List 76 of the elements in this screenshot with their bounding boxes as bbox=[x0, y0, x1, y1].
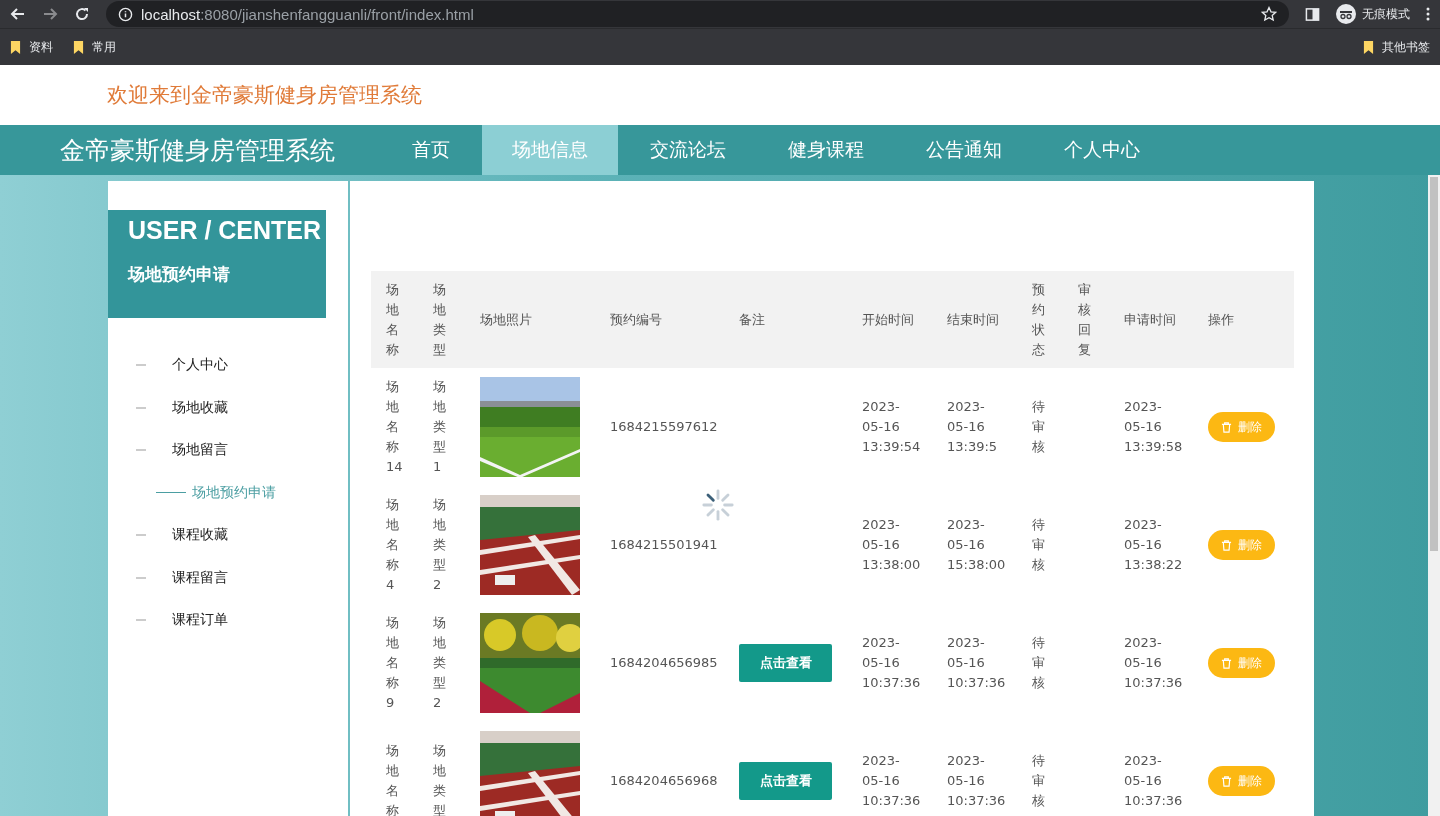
column-header: 场地类型 bbox=[433, 280, 447, 359]
nav-tab[interactable]: 交流论坛 bbox=[620, 125, 756, 175]
column-header: 场地名称 bbox=[386, 280, 400, 359]
sidebar-item[interactable]: 场地收藏 bbox=[108, 386, 348, 429]
star-icon[interactable] bbox=[1261, 6, 1277, 22]
site-title: 金帝豪斯健身房管理系统 bbox=[59, 134, 336, 167]
sidebar-icon[interactable] bbox=[1305, 6, 1320, 22]
table-cell-text: 场地类型2 bbox=[433, 496, 447, 594]
trash-icon bbox=[1221, 421, 1232, 433]
incognito-button[interactable]: 无痕模式 bbox=[1336, 4, 1410, 24]
trash-icon bbox=[1221, 775, 1232, 787]
table-cell-text: 1684215597612 bbox=[610, 418, 718, 436]
table-cell-text: 场地类型1 bbox=[433, 378, 447, 476]
table-cell-text: 场地名称9 bbox=[386, 614, 400, 712]
table-cell-text: 1684204656968 bbox=[610, 772, 718, 790]
column-header: 申请时间 bbox=[1124, 310, 1177, 329]
table-cell-text: 2023-05-16 13:38:00 bbox=[862, 516, 921, 574]
sidebar-title: USER / CENTER bbox=[128, 216, 323, 245]
trash-icon bbox=[1221, 539, 1232, 551]
table-cell-text: 2023-05-16 10:37:36 bbox=[947, 752, 1006, 810]
bookmark[interactable]: 常用 bbox=[73, 38, 116, 56]
back-icon[interactable] bbox=[10, 6, 26, 22]
sidebar-item[interactable]: 课程订单 bbox=[108, 599, 348, 642]
nav-tab[interactable]: 公告通知 bbox=[896, 125, 1032, 175]
table-cell-text: 2023-05-16 10:37:36 bbox=[862, 634, 921, 692]
sidebar-subtitle: 场地预约申请 bbox=[128, 263, 231, 286]
table-cell-text: 1684204656985 bbox=[610, 654, 718, 672]
table-cell-text: 待审核 bbox=[1032, 516, 1046, 574]
nav-tab[interactable]: 健身课程 bbox=[758, 125, 894, 175]
table-cell-text: 场地名称4 bbox=[386, 496, 400, 594]
column-header: 审核回复 bbox=[1078, 280, 1092, 359]
column-header: 备注 bbox=[739, 310, 765, 329]
table-cell-text: 1684215501941 bbox=[610, 536, 718, 554]
column-header: 预约编号 bbox=[610, 310, 662, 329]
loading-spinner-icon bbox=[701, 488, 735, 522]
table-cell-text: 2023-05-16 10:37:36 bbox=[947, 634, 1006, 692]
table-cell-text: 2023-05-16 13:39:54 bbox=[862, 398, 921, 456]
incognito-icon bbox=[1336, 4, 1356, 24]
nav-tab[interactable]: 个人中心 bbox=[1034, 125, 1170, 175]
address-bar[interactable]: localhost:8080/jianshenfangguanli/front/index.html bbox=[106, 1, 1289, 27]
nav-tab[interactable]: 首页 bbox=[382, 125, 480, 175]
info-icon[interactable] bbox=[118, 6, 133, 22]
column-header: 结束时间 bbox=[947, 310, 1000, 329]
sidebar-item[interactable]: 课程留言 bbox=[108, 556, 348, 599]
table-cell-text: 待审核 bbox=[1032, 752, 1046, 810]
table-cell-text: 2023-05-16 13:39:5 bbox=[947, 398, 998, 456]
sidebar-item[interactable]: 场地预约申请 bbox=[108, 471, 348, 514]
table-cell-text: 待审核 bbox=[1032, 398, 1046, 456]
other-bookmarks[interactable]: 其他书签 bbox=[1363, 38, 1430, 56]
sidebar-item[interactable]: 场地留言 bbox=[108, 429, 348, 472]
welcome-text: 欢迎来到金帝豪斯健身房管理系统 bbox=[107, 82, 422, 109]
table-cell-text: 2023-05-16 10:37:36 bbox=[1124, 752, 1183, 810]
table-cell-text: 2023-05-16 13:39:58 bbox=[1124, 398, 1183, 456]
menu-icon[interactable] bbox=[1426, 6, 1430, 22]
reload-icon[interactable] bbox=[74, 6, 90, 22]
table-cell-text: 场地名称14 bbox=[386, 378, 404, 476]
forward-icon[interactable] bbox=[42, 6, 58, 22]
table-cell-text: 2023-05-16 10:37:36 bbox=[1124, 634, 1183, 692]
column-header: 场地照片 bbox=[480, 310, 532, 329]
table-cell-text: 2023-05-16 10:37:36 bbox=[862, 752, 921, 810]
column-header: 操作 bbox=[1208, 310, 1234, 329]
table-cell-text: 场地名称 bbox=[386, 742, 400, 816]
sidebar-item[interactable]: 课程收藏 bbox=[108, 514, 348, 557]
bookmark[interactable]: 资料 bbox=[10, 38, 53, 56]
table-cell-text: 场地类型2 bbox=[433, 614, 447, 712]
column-header: 预约状态 bbox=[1032, 280, 1046, 359]
trash-icon bbox=[1221, 657, 1232, 669]
view-button[interactable]: 点击查看 bbox=[739, 762, 832, 800]
table-cell-text: 场地类型 bbox=[433, 742, 447, 816]
table-cell-text: 2023-05-16 15:38:00 bbox=[947, 516, 1006, 574]
column-header: 开始时间 bbox=[862, 310, 915, 329]
table-cell-text: 2023-05-16 13:38:22 bbox=[1124, 516, 1183, 574]
sidebar-item[interactable]: 个人中心 bbox=[108, 344, 348, 387]
scrollbar[interactable] bbox=[1428, 175, 1440, 816]
table-cell-text: 待审核 bbox=[1032, 634, 1046, 692]
view-button[interactable]: 点击查看 bbox=[739, 644, 832, 682]
